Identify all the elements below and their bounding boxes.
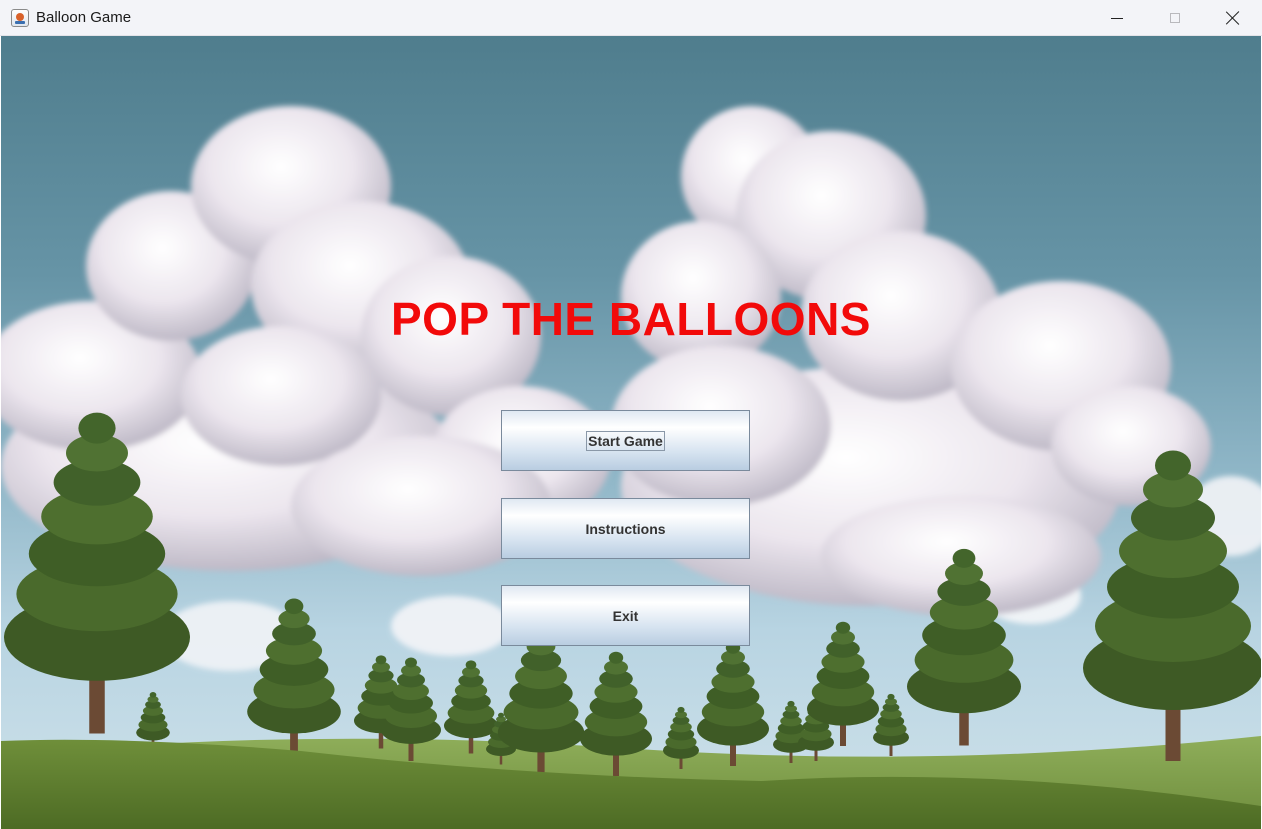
window-title: Balloon Game [36,9,132,26]
exit-label: Exit [612,607,639,624]
close-button[interactable] [1204,0,1262,36]
game-canvas: POP THE BALLOONS Start Game Instructions… [1,36,1261,829]
game-title: POP THE BALLOONS [391,293,871,345]
close-icon [1226,11,1240,25]
app-window: Balloon Game POP THE BALLOONS Start Game… [0,0,1262,829]
maximize-button[interactable] [1146,0,1204,36]
instructions-button[interactable]: Instructions [501,498,750,559]
maximize-icon [1170,13,1180,23]
title-bar: Balloon Game [0,0,1262,36]
start-game-button[interactable]: Start Game [501,410,750,471]
exit-button[interactable]: Exit [501,585,750,646]
instructions-label: Instructions [585,520,666,537]
start-game-label: Start Game [586,430,665,451]
minimize-button[interactable] [1088,0,1146,36]
java-cup-icon [11,8,29,27]
window-controls [1088,0,1262,36]
minimize-icon [1111,17,1123,19]
